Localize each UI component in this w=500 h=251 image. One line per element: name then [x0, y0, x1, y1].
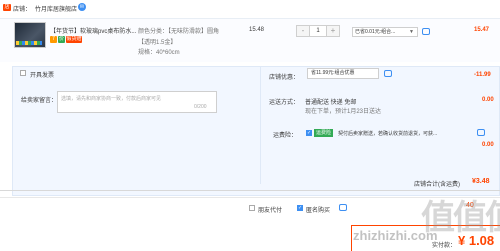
qty-input[interactable]: 1 — [309, 26, 327, 36]
store-coupon-label: 店铺优惠： — [269, 75, 300, 81]
quantity-stepper: - 1 + — [296, 25, 340, 37]
shipping-amount: 0.00 — [482, 97, 494, 103]
qty-minus-button[interactable]: - — [297, 26, 309, 36]
store-total-amount: ¥3.48 — [472, 178, 490, 185]
store-total-label: 店铺合计(含运费) — [414, 182, 460, 188]
shop-name-link[interactable]: 竹月库居旗舰店 — [35, 4, 77, 13]
shipping-label: 运送方式： — [269, 100, 300, 106]
proxy-pay-label[interactable]: 朋友代付 — [258, 205, 282, 214]
product-thumbnail-decor — [16, 41, 42, 45]
chat-bubble-icon[interactable] — [422, 28, 430, 35]
shop-icon: 店 — [3, 4, 11, 11]
seller-message-label: 给卖家留言： — [21, 98, 58, 104]
sku-color: 颜色分类：【无味防滑款】圆角 — [138, 29, 220, 35]
proxy-pay-checkbox[interactable] — [249, 205, 255, 211]
chevron-down-icon: ▼ — [409, 29, 414, 35]
unit-price: 15.48 — [249, 27, 265, 33]
insurance-amount: 0.00 — [482, 142, 494, 148]
store-coupon-amount: -11.99 — [474, 72, 491, 78]
service-badge-price: 价 — [58, 36, 65, 43]
panel-divider — [260, 66, 261, 184]
chat-bubble-icon[interactable] — [384, 70, 392, 77]
anonymous-checkbox[interactable]: ✓ — [297, 205, 303, 211]
qty-plus-button[interactable]: + — [327, 26, 339, 36]
line-total: 15.47 — [474, 27, 490, 33]
insurance-text: 契付后卖家赠送，若确认收货前退货，可获... — [338, 131, 438, 137]
chat-icon[interactable]: ✉ — [78, 3, 86, 11]
seller-message-input[interactable]: 选填，请先和商家协商一致，付款后商家可见 — [57, 91, 217, 113]
chat-bubble-icon[interactable] — [477, 129, 485, 136]
store-coupon-select[interactable]: 省11.99元:组合优惠 — [307, 68, 379, 79]
sku-thickness: 【透明1.5金】 — [138, 40, 177, 46]
seller-message-count: 0/200 — [194, 104, 207, 110]
sku-size: 规格：40*60cm — [138, 50, 180, 56]
insurance-checkbox[interactable]: ✓ — [306, 130, 312, 136]
watermark-url: zhizhizhi.com — [353, 228, 438, 243]
service-badge-fake: 假货赔 — [66, 36, 82, 43]
anonymous-label[interactable]: 匿名购买 — [306, 205, 330, 214]
insurance-label: 运费险： — [273, 133, 298, 139]
shipping-method: 普通配送 快递 免邮 — [305, 100, 357, 106]
product-title-link[interactable]: 【年货节】软玻璃pvc桌布防水... — [50, 26, 136, 35]
invoice-label[interactable]: 开具发票 — [30, 70, 54, 79]
shipping-eta: 现在下单，预计1月23日送达 — [305, 109, 382, 115]
insurance-tag: 运费险 — [314, 129, 334, 137]
shop-label: 店铺： — [13, 7, 32, 13]
service-badge-7day: 7 — [50, 36, 57, 43]
chat-bubble-icon[interactable] — [339, 204, 347, 211]
invoice-checkbox[interactable] — [20, 70, 26, 76]
